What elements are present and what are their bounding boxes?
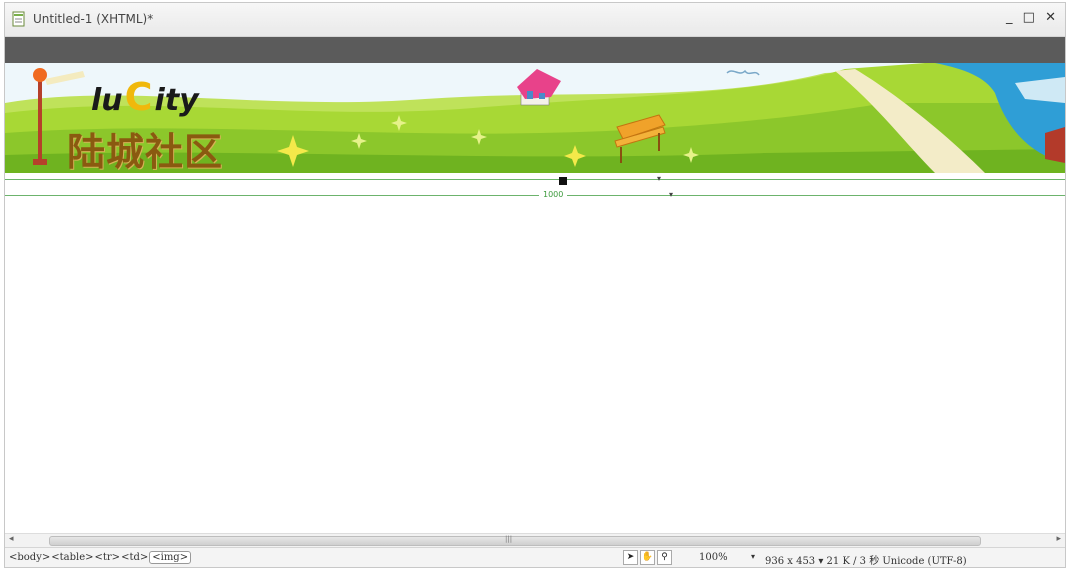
close-button[interactable]: ✕ <box>1045 10 1059 25</box>
tag-body[interactable]: <body> <box>9 552 50 563</box>
table-menu-arrow-icon[interactable]: ▾ <box>669 190 673 199</box>
ruler-line-top <box>5 179 1065 180</box>
logo-chinese-name: 陆城社区 <box>67 130 224 173</box>
tag-img[interactable]: <img> <box>149 551 192 564</box>
tag-tr[interactable]: <tr> <box>95 552 121 563</box>
pointer-tool-icon[interactable]: ➤ <box>623 550 638 565</box>
zoom-level-select[interactable]: 100% <box>699 552 728 563</box>
status-tools: ➤ ✋ ⚲ <box>623 550 672 565</box>
column-menu-arrow-icon[interactable]: ▾ <box>657 174 661 183</box>
logo-suffix: ity <box>154 83 199 118</box>
logo-prefix: lu <box>91 83 123 118</box>
table-width-ruler: ▾ ▾ 1000 <box>5 173 1065 201</box>
window-size-info: 936 x 453 ▾ 21 K / 3 秒 Unicode (UTF-8) <box>765 556 967 567</box>
zoom-dropdown-arrow-icon[interactable]: ▾ <box>751 552 755 561</box>
site-banner-image[interactable]: luCity 陆城社区 <box>5 63 1065 173</box>
title-bar: Untitled-1 (XHTML)* _ □ ✕ <box>5 3 1065 37</box>
scrollbar-thumb[interactable] <box>49 536 981 546</box>
tag-table[interactable]: <table> <box>51 552 93 563</box>
hand-tool-icon[interactable]: ✋ <box>640 550 655 565</box>
tag-selector: <body><table><tr><td> <img> <box>9 551 192 564</box>
scrollbar-grip-icon: ||| <box>505 535 513 543</box>
maximize-button[interactable]: □ <box>1023 10 1038 25</box>
tag-td[interactable]: <td> <box>121 552 148 563</box>
document-toolbar <box>5 37 1065 63</box>
design-canvas[interactable]: luCity 陆城社区 ▾ ▾ 1000 <box>5 63 1065 533</box>
document-icon <box>12 11 25 27</box>
window-title: Untitled-1 (XHTML)* <box>33 12 154 26</box>
table-width-label: 1000 <box>539 190 568 199</box>
zoom-tool-icon[interactable]: ⚲ <box>657 550 672 565</box>
scroll-left-arrow-icon[interactable]: ◂ <box>9 534 14 544</box>
resize-handle[interactable] <box>559 177 567 185</box>
horizontal-scrollbar[interactable]: ◂ ||| ▸ <box>5 533 1065 547</box>
logo-c-crescent: C <box>124 75 153 119</box>
scroll-right-arrow-icon[interactable]: ▸ <box>1056 534 1061 544</box>
ruler-line-bottom <box>5 195 1065 196</box>
window-controls: _ □ ✕ <box>1006 10 1059 25</box>
document-window: Untitled-1 (XHTML)* _ □ ✕ luCity 陆城社区 ▾ … <box>4 2 1066 568</box>
status-bar: <body><table><tr><td> <img> ➤ ✋ ⚲ 100% ▾ … <box>5 547 1065 567</box>
minimize-button[interactable]: _ <box>1006 10 1016 25</box>
site-logo: luCity <box>91 75 199 119</box>
